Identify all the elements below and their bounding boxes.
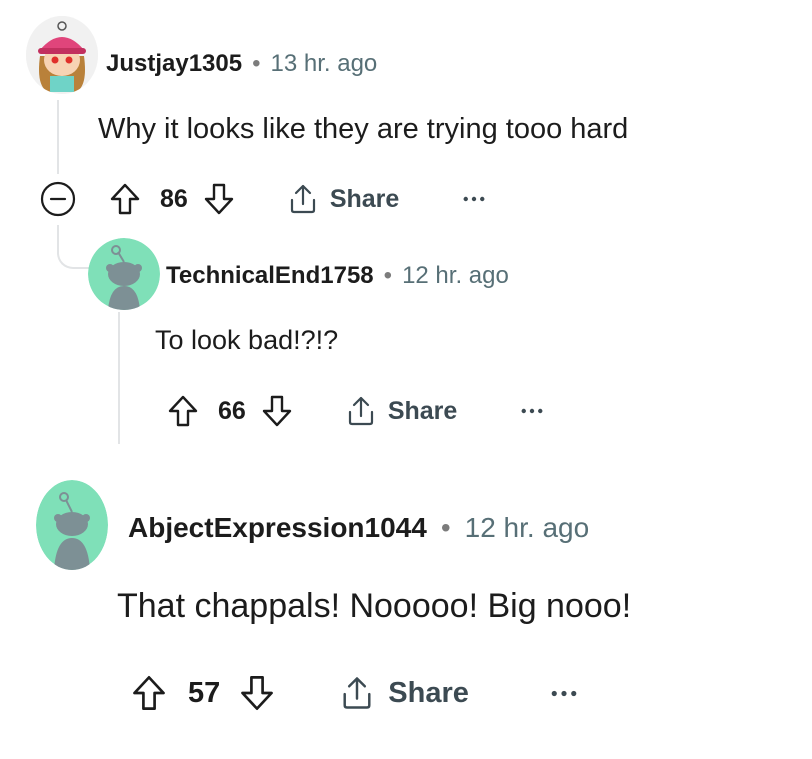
downvote-icon xyxy=(262,395,292,427)
share-button[interactable]: Share xyxy=(344,394,457,428)
vote-score: 86 xyxy=(160,184,188,213)
more-options-button[interactable] xyxy=(521,407,543,415)
share-button[interactable]: Share xyxy=(338,674,469,712)
separator-dot: • xyxy=(440,512,451,543)
downvote-button[interactable] xyxy=(260,394,294,428)
separator-dot: • xyxy=(383,262,393,289)
comment-actions: 66 Share xyxy=(166,390,543,432)
collapse-button[interactable] xyxy=(40,181,76,217)
upvote-icon xyxy=(168,395,198,427)
vote-score: 57 xyxy=(188,676,221,709)
downvote-button[interactable] xyxy=(238,674,276,712)
more-options-icon xyxy=(521,408,543,414)
avatar-pink-hat-icon xyxy=(26,16,98,94)
thread-line-elbow[interactable] xyxy=(57,225,89,269)
more-options-icon xyxy=(551,690,577,696)
timestamp[interactable]: 13 hr. ago xyxy=(271,50,378,78)
downvote-icon xyxy=(204,183,234,215)
share-icon xyxy=(343,677,371,709)
thread-line[interactable] xyxy=(118,312,120,444)
upvote-button[interactable] xyxy=(130,674,168,712)
vote-score: 66 xyxy=(218,396,246,425)
separator-dot: • xyxy=(252,50,261,77)
comment-meta: Justjay1305 • 13 hr. ago xyxy=(106,46,377,82)
timestamp[interactable]: 12 hr. ago xyxy=(402,262,509,290)
share-label: Share xyxy=(388,676,469,709)
avatar[interactable] xyxy=(88,238,160,310)
upvote-button[interactable] xyxy=(108,182,142,216)
avatar[interactable] xyxy=(26,16,98,94)
comment-thread: Justjay1305 • 13 hr. ago Why it looks li… xyxy=(0,0,812,759)
timestamp[interactable]: 12 hr. ago xyxy=(465,512,590,544)
comment-actions: 57 Share xyxy=(130,668,577,718)
username[interactable]: Justjay1305 xyxy=(106,50,242,78)
share-icon xyxy=(348,396,373,426)
share-label: Share xyxy=(329,184,400,213)
share-button[interactable]: Share xyxy=(286,182,399,216)
comment-body: Why it looks like they are trying tooo h… xyxy=(98,113,629,145)
snoo-avatar-icon xyxy=(88,238,160,310)
avatar[interactable] xyxy=(36,480,108,570)
more-options-icon xyxy=(463,196,485,202)
collapse-icon xyxy=(40,181,76,217)
snoo-avatar-icon xyxy=(36,480,108,570)
comment-meta: AbjectExpression1044 • 12 hr. ago xyxy=(128,508,589,548)
upvote-icon xyxy=(110,183,140,215)
upvote-icon xyxy=(133,676,165,710)
comment-body: To look bad!?!? xyxy=(155,325,339,355)
more-options-button[interactable] xyxy=(463,195,485,203)
share-label: Share xyxy=(387,396,458,425)
comment-meta: TechnicalEnd1758 • 12 hr. ago xyxy=(166,258,509,294)
username[interactable]: AbjectExpression1044 xyxy=(128,512,427,544)
downvote-button[interactable] xyxy=(202,182,236,216)
upvote-button[interactable] xyxy=(166,394,200,428)
share-icon xyxy=(290,184,315,214)
comment-body: That chappals! Nooooo! Big nooo! xyxy=(117,587,632,625)
more-options-button[interactable] xyxy=(551,689,577,698)
downvote-icon xyxy=(241,676,274,710)
thread-line[interactable] xyxy=(57,100,59,174)
username[interactable]: TechnicalEnd1758 xyxy=(166,262,374,290)
comment-actions: 86 Share xyxy=(108,178,485,220)
